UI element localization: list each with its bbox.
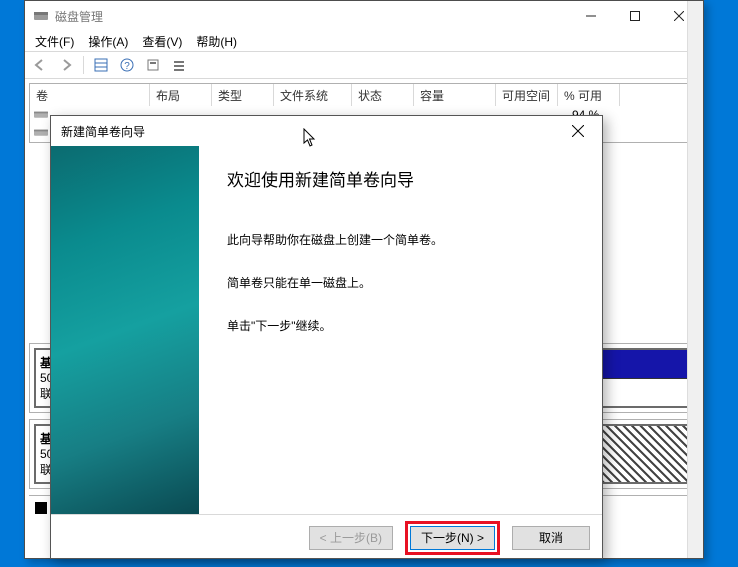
- col-type[interactable]: 类型: [212, 84, 274, 106]
- wizard-text: 此向导帮助你在磁盘上创建一个简单卷。: [227, 231, 582, 248]
- props-icon[interactable]: [142, 54, 164, 76]
- col-fs[interactable]: 文件系统: [274, 84, 352, 106]
- col-free[interactable]: 可用空间: [496, 84, 558, 106]
- menu-file[interactable]: 文件(F): [31, 33, 78, 50]
- col-capacity[interactable]: 容量: [414, 84, 496, 106]
- menu-help[interactable]: 帮助(H): [192, 33, 241, 50]
- help2-icon[interactable]: ?: [116, 54, 138, 76]
- minimize-button[interactable]: [569, 1, 613, 31]
- volume-icon: [34, 127, 48, 139]
- menubar: 文件(F) 操作(A) 查看(V) 帮助(H): [25, 31, 703, 51]
- col-volume[interactable]: 卷: [30, 84, 150, 106]
- new-simple-volume-wizard: 新建简单卷向导 欢迎使用新建简单卷向导 此向导帮助你在磁盘上创建一个简单卷。 简…: [50, 115, 603, 559]
- table-header: 卷 布局 类型 文件系统 状态 容量 可用空间 % 可用: [30, 84, 698, 106]
- forward-icon[interactable]: [55, 54, 77, 76]
- wizard-text: 单击"下一步"继续。: [227, 317, 582, 334]
- maximize-button[interactable]: [613, 1, 657, 31]
- app-icon: [33, 8, 49, 24]
- wizard-title: 新建简单卷向导: [61, 123, 560, 140]
- col-status[interactable]: 状态: [352, 84, 414, 106]
- refresh-list-icon[interactable]: [90, 54, 112, 76]
- list-icon[interactable]: [168, 54, 190, 76]
- wizard-footer: < 上一步(B) 下一步(N) > 取消: [51, 514, 602, 560]
- wizard-heading: 欢迎使用新建简单卷向导: [227, 166, 582, 191]
- wizard-sidebar-image: [51, 146, 199, 514]
- menu-action[interactable]: 操作(A): [84, 33, 132, 50]
- svg-text:?: ?: [124, 61, 130, 72]
- wizard-close-button[interactable]: [560, 116, 596, 146]
- next-button-highlight: 下一步(N) >: [405, 521, 500, 555]
- cancel-button[interactable]: 取消: [512, 526, 590, 550]
- wizard-text: 简单卷只能在单一磁盘上。: [227, 274, 582, 291]
- next-button[interactable]: 下一步(N) >: [410, 526, 495, 550]
- volume-icon: [34, 109, 48, 121]
- toolbar: ?: [25, 51, 703, 79]
- col-pct[interactable]: % 可用: [558, 84, 620, 106]
- back-button: < 上一步(B): [309, 526, 393, 550]
- legend-swatch: [35, 502, 47, 514]
- back-icon[interactable]: [29, 54, 51, 76]
- menu-view[interactable]: 查看(V): [138, 33, 186, 50]
- window-title: 磁盘管理: [55, 8, 569, 25]
- col-layout[interactable]: 布局: [150, 84, 212, 106]
